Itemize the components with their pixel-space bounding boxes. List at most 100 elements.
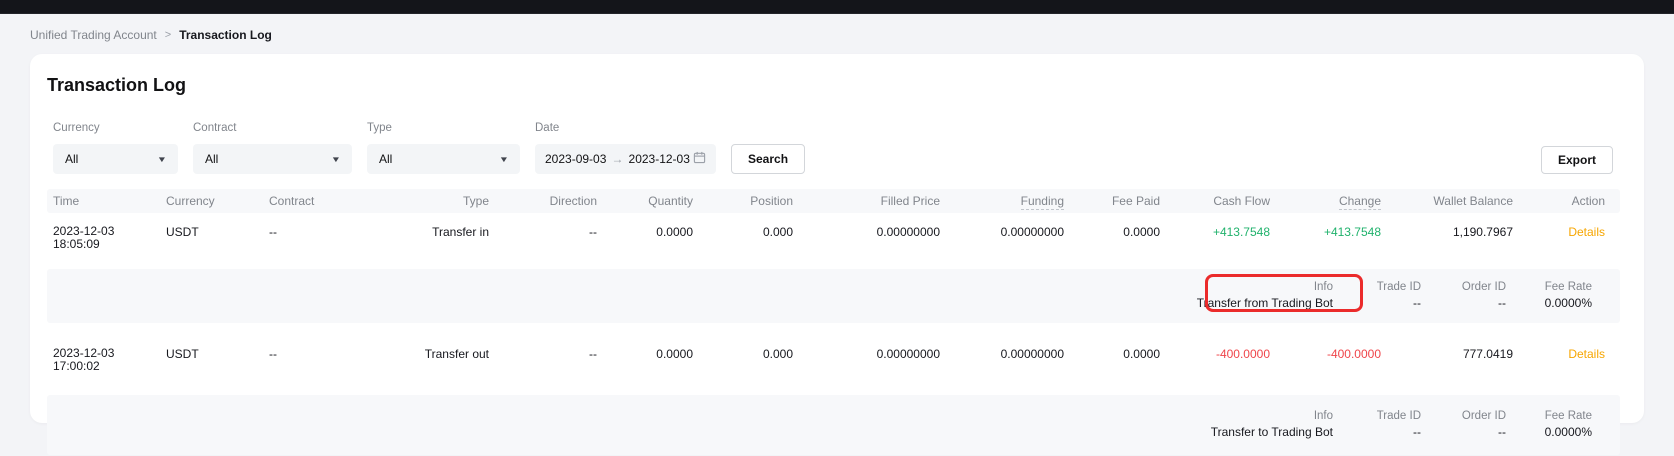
detail-order-id-cell: Order ID -- xyxy=(1421,280,1506,312)
transaction-log-page: Unified Trading Account > Transaction Lo… xyxy=(0,14,1674,423)
cell-filled-price: 0.00000000 xyxy=(796,347,943,361)
change-tooltip-trigger[interactable]: Change xyxy=(1339,194,1381,210)
detail-info-value: Transfer to Trading Bot xyxy=(1211,424,1333,441)
col-header-wallet-balance: Wallet Balance xyxy=(1384,194,1516,208)
col-header-direction: Direction xyxy=(492,194,600,208)
col-header-time: Time xyxy=(47,194,166,208)
table-row: 2023-12-03 17:00:02 USDT -- Transfer out… xyxy=(47,335,1620,382)
detail-fee-rate-label: Fee Rate xyxy=(1506,409,1592,423)
chevron-down-icon: ▼ xyxy=(331,155,341,164)
cell-time: 2023-12-03 18:05:09 xyxy=(47,225,166,251)
cell-quantity: 0.0000 xyxy=(600,225,696,239)
col-header-filled-price: Filled Price xyxy=(796,194,943,208)
currency-filter-value: All xyxy=(65,152,78,166)
detail-trade-id-cell: Trade ID -- xyxy=(1333,280,1421,312)
col-header-contract: Contract xyxy=(269,194,372,208)
cell-funding: 0.00000000 xyxy=(943,225,1067,239)
col-header-action: Action xyxy=(1516,194,1620,208)
detail-info-label: Info xyxy=(1197,280,1333,294)
transaction-table: Time Currency Contract Type Direction Qu… xyxy=(47,189,1627,455)
date-range-arrow-icon: → xyxy=(609,152,625,166)
contract-filter-group: Contract All ▼ xyxy=(193,122,352,174)
detail-trade-id-label: Trade ID xyxy=(1333,280,1421,294)
cell-funding: 0.00000000 xyxy=(943,347,1067,361)
cell-fee-paid: 0.0000 xyxy=(1067,225,1163,239)
date-filter-label: Date xyxy=(535,122,716,134)
cell-wallet-balance: 777.0419 xyxy=(1384,347,1516,361)
col-header-change: Change xyxy=(1273,194,1384,208)
currency-filter-label: Currency xyxy=(53,122,178,134)
detail-order-id-value: -- xyxy=(1421,424,1506,441)
detail-info-label: Info xyxy=(1211,409,1333,423)
export-button[interactable]: Export xyxy=(1541,146,1613,174)
search-button[interactable]: Search xyxy=(731,144,805,174)
cell-change: +413.7548 xyxy=(1273,225,1384,239)
cell-wallet-balance: 1,190.7967 xyxy=(1384,225,1516,239)
detail-order-id-value: -- xyxy=(1421,295,1506,312)
col-header-quantity: Quantity xyxy=(600,194,696,208)
date-range-end: 2023-12-03 xyxy=(629,152,690,166)
filter-toolbar: Currency All ▼ Contract All ▼ Type All ▼ xyxy=(47,122,1627,174)
cell-filled-price: 0.00000000 xyxy=(796,225,943,239)
cell-type: Transfer out xyxy=(372,347,492,361)
col-header-type: Type xyxy=(372,194,492,208)
cell-position: 0.000 xyxy=(696,347,796,361)
chevron-down-icon: ▼ xyxy=(157,155,167,164)
breadcrumb-transaction-log: Transaction Log xyxy=(179,28,272,42)
page-title: Transaction Log xyxy=(47,54,1627,96)
table-header-row: Time Currency Contract Type Direction Qu… xyxy=(47,189,1620,213)
type-filter-group: Type All ▼ xyxy=(367,122,520,174)
date-filter-group: Date 2023-09-03 → 2023-12-03 xyxy=(535,122,716,174)
cell-position: 0.000 xyxy=(696,225,796,239)
detail-fee-rate-label: Fee Rate xyxy=(1506,280,1592,294)
detail-order-id-cell: Order ID -- xyxy=(1421,409,1506,441)
detail-info-value: Transfer from Trading Bot xyxy=(1197,295,1333,312)
cell-cash-flow: +413.7548 xyxy=(1163,225,1273,239)
detail-fee-rate-cell: Fee Rate 0.0000% xyxy=(1506,409,1592,441)
currency-filter-group: Currency All ▼ xyxy=(53,122,178,174)
contract-filter-select[interactable]: All ▼ xyxy=(193,144,352,174)
type-filter-select[interactable]: All ▼ xyxy=(367,144,520,174)
detail-order-id-label: Order ID xyxy=(1421,409,1506,423)
cell-change: -400.0000 xyxy=(1273,347,1384,361)
type-filter-label: Type xyxy=(367,122,520,134)
cell-direction: -- xyxy=(492,347,600,361)
details-link[interactable]: Details xyxy=(1568,225,1605,239)
type-filter-value: All xyxy=(379,152,392,166)
cell-cash-flow: -400.0000 xyxy=(1163,347,1273,361)
cell-currency: USDT xyxy=(166,347,269,361)
cell-direction: -- xyxy=(492,225,600,239)
chevron-down-icon: ▼ xyxy=(499,155,509,164)
cell-currency: USDT xyxy=(166,225,269,239)
breadcrumb: Unified Trading Account > Transaction Lo… xyxy=(30,14,1644,54)
top-nav-bar xyxy=(0,0,1674,14)
cell-quantity: 0.0000 xyxy=(600,347,696,361)
detail-trade-id-label: Trade ID xyxy=(1333,409,1421,423)
funding-tooltip-trigger[interactable]: Funding xyxy=(1021,194,1064,210)
col-header-position: Position xyxy=(696,194,796,208)
cell-fee-paid: 0.0000 xyxy=(1067,347,1163,361)
currency-filter-select[interactable]: All ▼ xyxy=(53,144,178,174)
col-header-funding: Funding xyxy=(943,194,1067,208)
cell-contract: -- xyxy=(269,347,372,361)
contract-filter-value: All xyxy=(205,152,218,166)
cell-type: Transfer in xyxy=(372,225,492,239)
detail-fee-rate-value: 0.0000% xyxy=(1506,295,1592,312)
row-detail-panel: Info Transfer to Trading Bot Trade ID --… xyxy=(47,395,1620,455)
detail-order-id-label: Order ID xyxy=(1421,280,1506,294)
contract-filter-label: Contract xyxy=(193,122,352,134)
calendar-icon xyxy=(693,151,706,167)
details-link[interactable]: Details xyxy=(1568,347,1605,361)
date-range-picker[interactable]: 2023-09-03 → 2023-12-03 xyxy=(535,144,716,174)
breadcrumb-unified-trading-account[interactable]: Unified Trading Account xyxy=(30,28,157,42)
col-header-fee-paid: Fee Paid xyxy=(1067,194,1163,208)
transaction-log-card: Transaction Log Currency All ▼ Contract … xyxy=(30,54,1644,423)
col-header-cash-flow: Cash Flow xyxy=(1163,194,1273,208)
col-header-currency: Currency xyxy=(166,194,269,208)
detail-info-cell: Info Transfer from Trading Bot xyxy=(1197,280,1333,312)
row-detail-panel: Info Transfer from Trading Bot Trade ID … xyxy=(47,269,1620,323)
date-range-start: 2023-09-03 xyxy=(545,152,606,166)
cell-time: 2023-12-03 17:00:02 xyxy=(47,347,166,373)
detail-trade-id-value: -- xyxy=(1333,424,1421,441)
detail-trade-id-value: -- xyxy=(1333,295,1421,312)
